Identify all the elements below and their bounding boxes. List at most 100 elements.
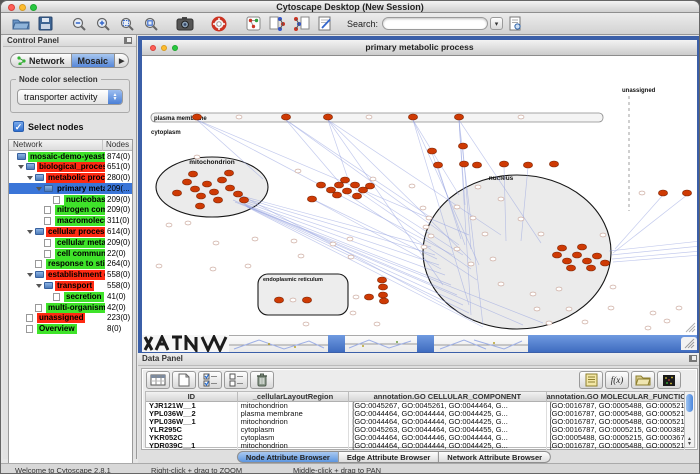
network-node-minor[interactable] [468,262,474,266]
network-node-minor[interactable] [303,322,309,326]
network-node[interactable] [557,245,566,251]
network-node[interactable] [182,179,191,185]
network-node[interactable] [658,190,667,196]
network-edge[interactable] [612,251,697,259]
network-node-minor[interactable] [600,233,606,237]
network-node-minor[interactable] [556,287,562,291]
network-node-minor[interactable] [421,245,427,249]
attribute-table[interactable]: ID_cellularLayoutRegionannotation.GO CEL… [145,391,686,448]
disclosure-triangle-icon[interactable] [27,176,33,180]
network-node[interactable] [209,189,218,195]
network-canvas[interactable]: plasma membranecytoplasmmitochondrionnuc… [142,56,697,349]
network-node[interactable] [307,196,316,202]
network-node[interactable] [586,265,595,271]
network-node-minor[interactable] [610,285,616,289]
snapshot-camera-icon[interactable] [174,15,196,33]
attribute-table-header[interactable]: ID_cellularLayoutRegionannotation.GO CEL… [146,392,685,402]
network-node-minor[interactable] [295,169,301,173]
network-node[interactable] [350,182,359,188]
network-node-minor[interactable] [498,282,504,286]
open-file-icon[interactable] [10,15,32,33]
save-session-icon[interactable] [34,15,56,33]
tab-overflow-arrow-icon[interactable]: ▶ [115,53,129,68]
network-node[interactable] [233,191,242,197]
disclosure-triangle-icon[interactable] [18,165,24,169]
network-node[interactable] [682,190,691,196]
network-node-minor[interactable] [454,247,460,251]
scrollbar-thumb[interactable] [686,394,693,412]
network-node-minor[interactable] [538,232,544,236]
tab-mosaic[interactable]: Mosaic [72,53,116,68]
background-window-4[interactable] [434,335,528,352]
attribute-matrix-icon[interactable] [657,371,681,389]
network-edge[interactable] [286,120,433,219]
tree-row[interactable]: establishment of lo558(0) [9,270,132,281]
network-node[interactable] [377,277,386,283]
network-node[interactable] [352,193,361,199]
tree-row[interactable]: cellular process614(0) [9,227,132,238]
network-node-minor[interactable] [236,115,242,119]
network-node[interactable] [332,192,341,198]
select-nodes-checkbox[interactable]: ✓ [13,121,24,132]
zoom-fit-icon[interactable] [140,15,162,33]
network-node[interactable] [323,114,332,120]
annotation-icon[interactable] [314,15,336,33]
network-overview-icon[interactable] [242,15,264,33]
tree-row[interactable]: cell communicat22(0) [9,248,132,259]
network-node[interactable] [408,114,417,120]
network-node-minor[interactable] [350,311,356,315]
network-node[interactable] [192,114,201,120]
network-node[interactable] [592,253,601,259]
network-node[interactable] [281,114,290,120]
zoom-in-icon[interactable] [92,15,114,33]
network-node[interactable] [316,182,325,188]
disclosure-triangle-icon[interactable] [36,284,42,288]
network-node[interactable] [217,177,226,183]
tree-row[interactable]: secretion41(0) [9,291,132,302]
column-header[interactable]: _cellularLayoutRegion [238,392,350,402]
select-all-attributes-icon[interactable] [198,371,222,389]
network-node-minor[interactable] [650,311,656,315]
network-node-minor[interactable] [664,319,670,323]
unselect-all-attributes-icon[interactable] [224,371,248,389]
network-node[interactable] [459,161,468,167]
network-node-minor[interactable] [330,242,336,246]
import-attributes-icon[interactable] [579,371,603,389]
network-node-minor[interactable] [475,185,481,189]
network-node[interactable] [195,203,204,209]
open-attribute-file-icon[interactable] [631,371,655,389]
network-node[interactable] [378,292,387,298]
network-node[interactable] [523,162,532,168]
tree-row[interactable]: macromolecule311(0) [9,216,132,227]
network-node[interactable] [549,161,558,167]
background-window-3[interactable] [345,335,417,352]
network-node[interactable] [213,197,222,203]
network-node[interactable] [302,297,311,303]
table-scrollbar[interactable]: ▲▼ [684,391,695,448]
network-node-minor[interactable] [374,322,380,326]
network-node-minor[interactable] [582,320,588,324]
network-node[interactable] [572,252,581,258]
column-header[interactable]: ID [146,392,238,402]
network-node-minor[interactable] [353,295,359,299]
tree-row[interactable]: Overview8(0) [9,324,132,335]
network-node[interactable] [196,193,205,199]
network-node-minor[interactable] [290,298,296,302]
float-panel-icon[interactable] [124,37,132,44]
background-window-resize-grip[interactable] [681,337,697,350]
network-edge[interactable] [240,197,435,255]
tab-edge-attribute-browser[interactable]: Edge Attribute Browser [339,451,439,463]
network-node-minor[interactable] [348,255,354,259]
network-node-minor[interactable] [490,257,496,261]
tab-node-attribute-browser[interactable]: Node Attribute Browser [237,451,339,463]
tab-network-attribute-browser[interactable]: Network Attribute Browser [439,451,551,463]
network-edge[interactable] [611,246,697,255]
tree-row[interactable]: biological_process651(0) [9,162,132,173]
tree-row[interactable]: cellular metabol209(0) [9,237,132,248]
network-node-minor[interactable] [482,232,488,236]
table-row[interactable]: YJR121W__1mitochondrion[GO:0045267, GO:0… [146,402,685,410]
network-node-minor[interactable] [470,216,476,220]
network-node-minor[interactable] [534,307,540,311]
network-node-minor[interactable] [213,241,219,245]
network-node-minor[interactable] [185,221,191,225]
